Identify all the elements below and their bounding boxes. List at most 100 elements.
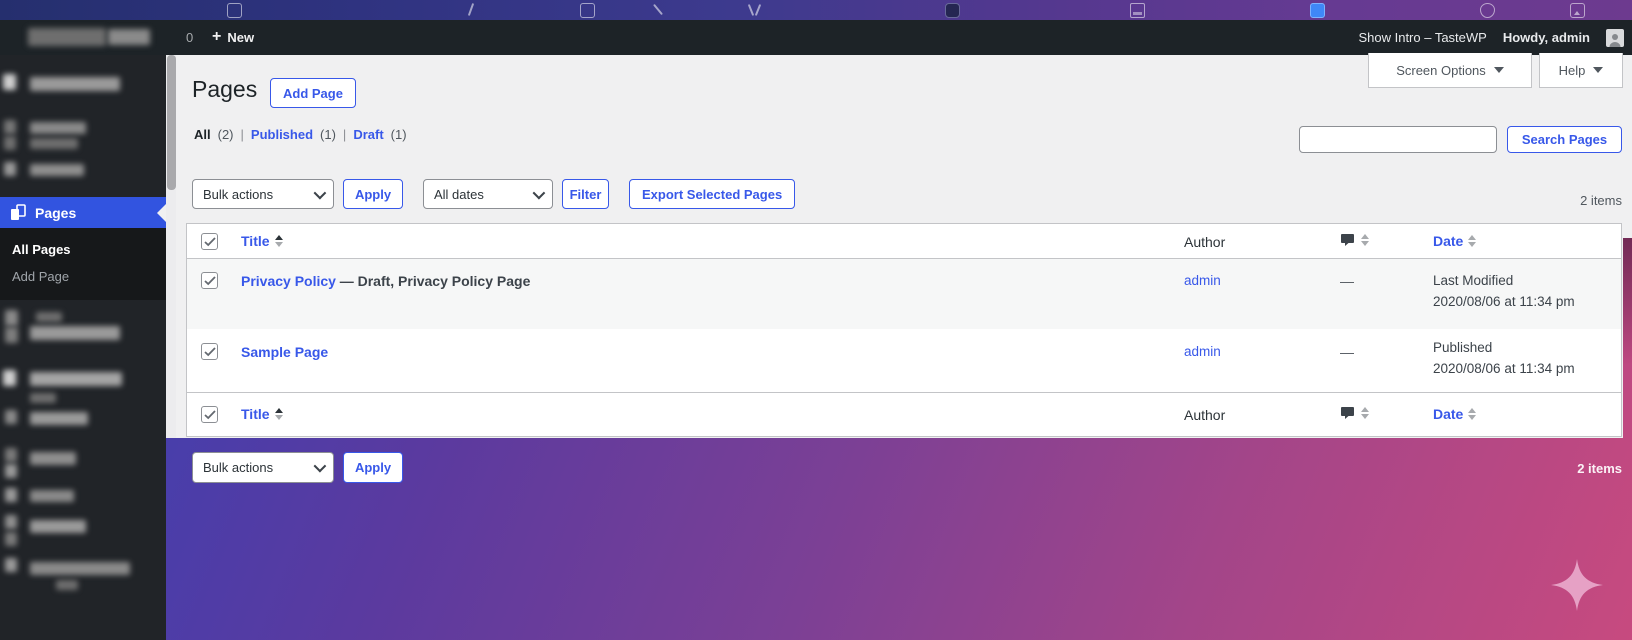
blurred-site-name <box>108 29 150 45</box>
date-value: 2020/08/06 at 11:34 pm <box>1433 361 1575 376</box>
filter-all[interactable]: All <box>194 127 211 142</box>
sidebar-item-all-pages[interactable]: All Pages <box>12 242 71 257</box>
help-tab[interactable]: Help <box>1539 53 1623 88</box>
extension-printer-icon[interactable] <box>1130 3 1145 18</box>
new-label: New <box>227 30 254 45</box>
blurred-menu-item <box>30 326 120 340</box>
blurred-menu-item <box>5 464 17 478</box>
blurred-menu-item <box>5 515 17 529</box>
search-input[interactable] <box>1299 126 1497 153</box>
date-column-label: Date <box>1433 233 1463 249</box>
export-selected-pages-button[interactable]: Export Selected Pages <box>629 179 795 209</box>
blurred-menu-item <box>5 310 18 326</box>
extension-dark-app-icon[interactable] <box>945 3 960 18</box>
filter-draft[interactable]: Draft <box>353 127 383 142</box>
extension-camera-icon[interactable] <box>580 3 595 18</box>
date-cell: Published 2020/08/06 at 11:34 pm <box>1433 337 1575 379</box>
separator: | <box>241 127 244 142</box>
new-menu[interactable]: + New <box>212 29 254 45</box>
status-filters: All (2) | Published (1) | Draft (1) <box>194 127 407 142</box>
pages-icon <box>8 203 28 223</box>
all-dates-value: All dates <box>434 187 484 202</box>
blurred-menu-item <box>4 136 16 150</box>
author-link[interactable]: admin <box>1184 273 1221 288</box>
blurred-menu-item <box>4 120 16 134</box>
date-status: Published <box>1433 340 1492 355</box>
extension-slash-icon[interactable] <box>468 3 474 16</box>
check-icon <box>204 276 216 286</box>
screen-options-tab[interactable]: Screen Options <box>1368 53 1532 88</box>
admin-sidebar: Pages All Pages Add Page <box>0 55 166 640</box>
sidebar-pages-label: Pages <box>35 205 76 221</box>
sort-date-header[interactable]: Date <box>1433 406 1476 422</box>
search-pages-button[interactable]: Search Pages <box>1507 126 1622 153</box>
comments-value: — <box>1340 344 1354 360</box>
plus-icon: + <box>212 29 221 45</box>
sparkle-icon <box>1551 559 1603 611</box>
apply-button-bottom[interactable]: Apply <box>343 452 403 483</box>
blurred-menu-item <box>5 448 17 462</box>
current-menu-arrow-icon <box>157 204 166 222</box>
extension-pin-icon[interactable] <box>1480 3 1495 18</box>
table-header-row: Title Author Date <box>187 224 1621 259</box>
extension-pencil-icon[interactable] <box>653 4 663 15</box>
items-count: 2 items <box>1580 193 1622 208</box>
extension-photo-icon[interactable] <box>1570 3 1585 18</box>
blurred-menu-item <box>30 412 88 425</box>
blurred-menu-item <box>30 562 130 575</box>
sort-title-header[interactable]: Title <box>241 406 283 422</box>
show-intro-link[interactable]: Show Intro – TasteWP <box>1358 30 1486 45</box>
table-row: Sample Page admin — Published 2020/08/06… <box>187 329 1621 392</box>
extension-shield-icon[interactable] <box>748 3 761 16</box>
page-title-link[interactable]: Privacy Policy <box>241 273 336 289</box>
filter-all-count: (2) <box>218 127 234 142</box>
wp-admin-bar: 0 + New Show Intro – TasteWP Howdy, admi… <box>0 20 1632 55</box>
sort-date-header[interactable]: Date <box>1433 233 1476 249</box>
howdy-admin-link[interactable]: Howdy, admin <box>1503 30 1590 45</box>
table-footer-row: Title Author Date <box>187 392 1621 436</box>
avatar[interactable] <box>1606 29 1624 47</box>
blurred-menu-item <box>30 372 122 386</box>
sort-arrows-icon <box>275 235 283 247</box>
apply-button[interactable]: Apply <box>343 179 403 209</box>
add-page-button[interactable]: Add Page <box>270 78 356 108</box>
blurred-site-name <box>28 28 106 46</box>
check-icon <box>204 237 216 247</box>
sidebar-scrollbar-thumb[interactable] <box>167 55 176 190</box>
bulk-actions-select[interactable]: Bulk actions <box>192 179 334 209</box>
separator: | <box>343 127 346 142</box>
comments-column-icon[interactable] <box>1340 406 1355 420</box>
blurred-menu-item <box>4 162 16 176</box>
select-all-checkbox[interactable] <box>201 406 218 423</box>
bulk-actions-value: Bulk actions <box>203 187 273 202</box>
sort-title-header[interactable]: Title <box>241 233 283 249</box>
chevron-down-icon <box>533 186 546 199</box>
blurred-menu-item <box>30 452 76 465</box>
all-dates-select[interactable]: All dates <box>423 179 553 209</box>
page-title-link[interactable]: Sample Page <box>241 344 328 360</box>
author-column-label: Author <box>1184 234 1225 250</box>
items-count-bottom: 2 items <box>1577 461 1622 476</box>
filter-published[interactable]: Published <box>251 127 313 142</box>
chevron-down-icon <box>1494 67 1504 73</box>
bulk-actions-select-bottom[interactable]: Bulk actions <box>192 452 334 483</box>
blurred-menu-item <box>30 393 56 403</box>
sidebar-item-pages[interactable]: Pages <box>0 197 166 228</box>
sidebar-item-add-page[interactable]: Add Page <box>12 269 69 284</box>
blurred-menu-item <box>36 312 62 322</box>
filter-button[interactable]: Filter <box>562 179 609 209</box>
comments-value: — <box>1340 273 1354 289</box>
person-icon <box>1607 32 1623 47</box>
sort-arrows-icon <box>1468 408 1476 420</box>
author-link[interactable]: admin <box>1184 344 1221 359</box>
row-checkbox[interactable] <box>201 272 218 289</box>
select-all-checkbox[interactable] <box>201 233 218 250</box>
extension-blue-app-icon[interactable] <box>1310 3 1325 18</box>
blurred-menu-item <box>30 164 84 176</box>
row-checkbox[interactable] <box>201 343 218 360</box>
help-label: Help <box>1559 63 1586 78</box>
sort-arrows-icon <box>1361 234 1369 246</box>
comments-column-icon[interactable] <box>1340 233 1355 247</box>
comments-count[interactable]: 0 <box>186 30 193 45</box>
extension-puzzle-icon[interactable] <box>227 3 242 18</box>
